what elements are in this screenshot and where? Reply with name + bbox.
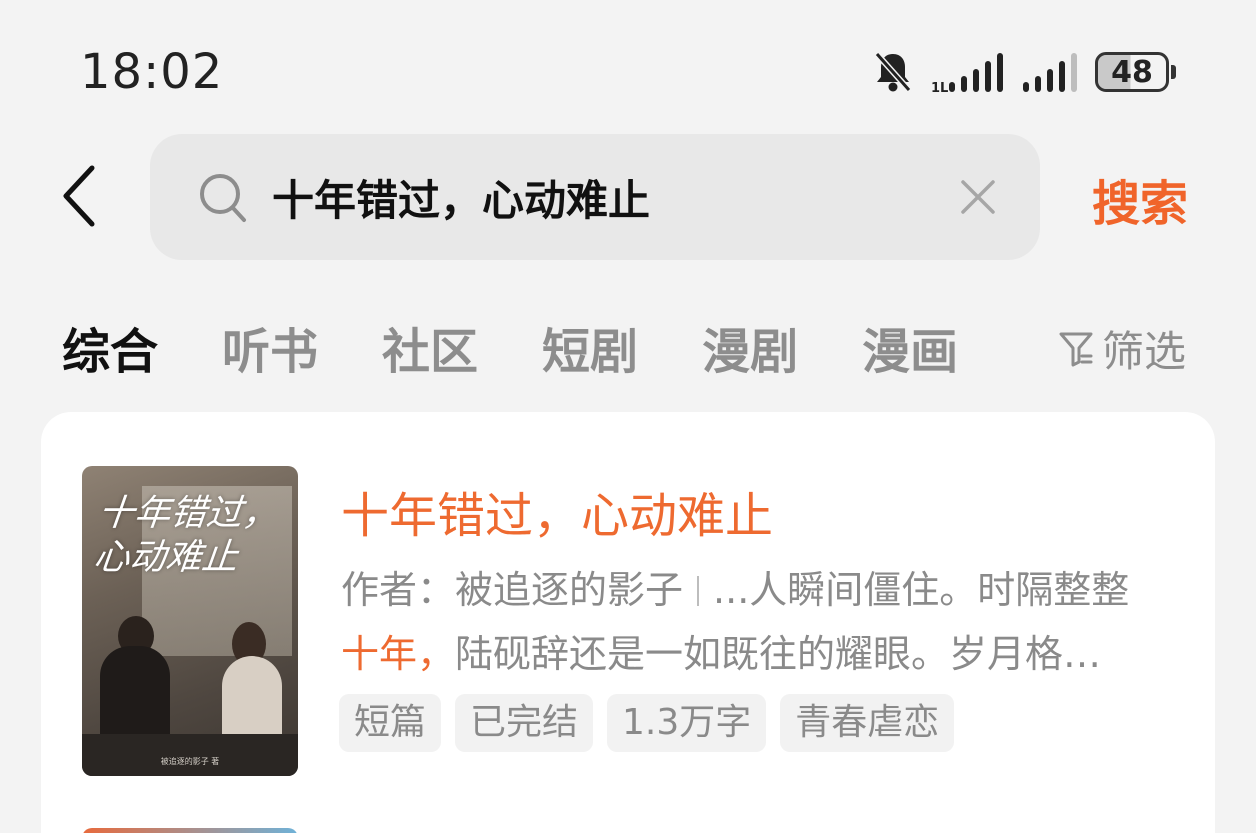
book-description: 作者：被追逐的影子 ...人瞬间僵住。时隔整整 十年，陆砚辞还是一如既往的耀眼。岁… bbox=[341, 558, 1177, 686]
result-card[interactable]: 十年错过，心动难止 被追逐的影子 著 十年错过，心动难止 作者：被追逐的影子..… bbox=[41, 412, 1215, 833]
signal-icon bbox=[1023, 50, 1077, 94]
filter-icon bbox=[1059, 332, 1093, 366]
book-cover[interactable]: 十年错过，心动难止 被追逐的影子 著 bbox=[82, 466, 298, 776]
tag-length: 短篇 bbox=[339, 694, 442, 752]
search-results-page: 18:02 1L 48 十年错过，心动难止 搜索 综合 听书 社区 短剧 漫剧 … bbox=[0, 0, 1256, 833]
signal-icon: 1L bbox=[931, 50, 1005, 94]
tab-comics[interactable]: 漫画 bbox=[862, 312, 958, 382]
tag-word-count: 1.3万字 bbox=[607, 694, 767, 752]
divider bbox=[697, 576, 700, 606]
tab-short-drama[interactable]: 短剧 bbox=[542, 312, 638, 382]
battery-indicator: 48 bbox=[1095, 52, 1176, 92]
description-line-2: 十年，陆砚辞还是一如既往的耀眼。岁月格… bbox=[341, 622, 1177, 686]
author-name: 被追逐的影子 bbox=[455, 568, 684, 612]
book-tags: 短篇 已完结 1.3万字 青春虐恋 bbox=[339, 694, 955, 752]
tag-status: 已完结 bbox=[455, 694, 594, 752]
cover-figure bbox=[100, 646, 170, 746]
filter-button[interactable]: 筛选 bbox=[1058, 318, 1186, 379]
status-time: 18:02 bbox=[80, 44, 224, 100]
book-title[interactable]: 十年错过，心动难止 bbox=[341, 476, 773, 546]
clear-icon[interactable] bbox=[960, 179, 996, 219]
snippet-highlight: 十年， bbox=[341, 632, 456, 676]
category-tabs: 综合 听书 社区 短剧 漫剧 漫画 bbox=[62, 312, 1022, 382]
cover-figure bbox=[222, 656, 282, 746]
filter-label: 筛选 bbox=[1102, 327, 1187, 376]
tab-audiobook[interactable]: 听书 bbox=[222, 312, 318, 382]
tab-anime-drama[interactable]: 漫剧 bbox=[702, 312, 798, 382]
status-bar: 18:02 1L 48 bbox=[0, 0, 1256, 130]
svg-text:1L: 1L bbox=[931, 81, 948, 94]
status-icons: 1L 48 bbox=[873, 48, 1176, 96]
battery-tip bbox=[1171, 65, 1176, 79]
bell-muted-icon bbox=[873, 50, 913, 94]
battery-level: 48 bbox=[1095, 52, 1169, 92]
cover-author: 被追逐的影子 著 bbox=[160, 757, 220, 766]
snippet-text: ...人瞬间僵住。时隔整整 bbox=[713, 568, 1130, 612]
search-icon bbox=[198, 172, 248, 228]
tab-comprehensive[interactable]: 综合 bbox=[62, 312, 158, 382]
back-button[interactable] bbox=[48, 160, 108, 232]
cover-table bbox=[82, 734, 298, 776]
author-prefix: 作者： bbox=[341, 568, 456, 612]
description-line-1: 作者：被追逐的影子 ...人瞬间僵住。时隔整整 bbox=[341, 558, 1177, 622]
snippet-text: 陆砚辞还是一如既往的耀眼。岁月格… bbox=[455, 632, 1102, 676]
search-box[interactable] bbox=[150, 134, 1040, 260]
search-input[interactable] bbox=[272, 162, 912, 232]
cover-title: 十年错过，心动难止 bbox=[91, 493, 281, 578]
tag-genre: 青春虐恋 bbox=[780, 694, 955, 752]
next-book-cover[interactable] bbox=[82, 828, 298, 833]
tab-community[interactable]: 社区 bbox=[382, 312, 478, 382]
chevron-left-icon bbox=[63, 165, 95, 227]
search-button[interactable]: 搜索 bbox=[1092, 164, 1188, 234]
